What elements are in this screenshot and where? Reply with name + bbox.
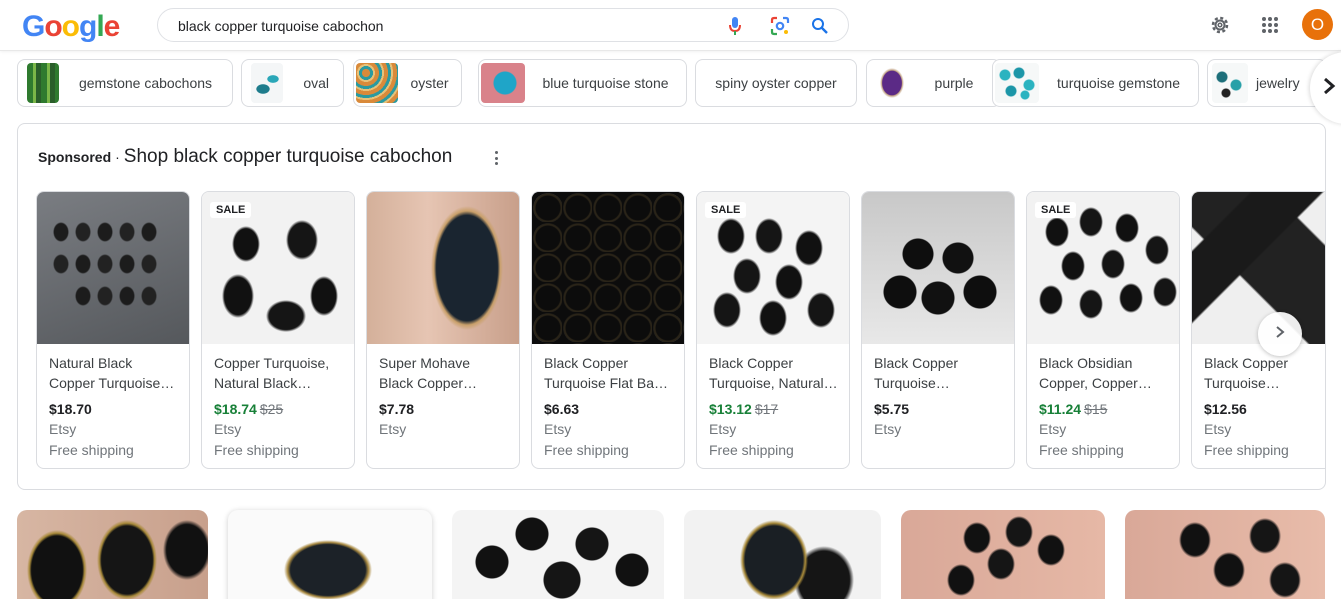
chip-label: turquoise gemstone	[1057, 75, 1180, 91]
product-store: Etsy	[379, 421, 407, 437]
product-price: $18.74 $25	[214, 401, 284, 417]
product-title: Natural Black Copper Turquoise…	[49, 355, 175, 391]
product-shipping: Free shipping	[214, 442, 299, 458]
avatar[interactable]: O	[1302, 9, 1333, 40]
separator: ·	[115, 149, 120, 165]
sale-badge: SALE	[210, 202, 252, 218]
product-shipping: Free shipping	[544, 442, 629, 458]
product-image	[532, 192, 684, 344]
product-image	[367, 192, 519, 344]
more-options-icon[interactable]	[490, 149, 502, 167]
chip-thumbnail	[356, 63, 398, 103]
product-title: Super Mohave Black Copper…	[379, 355, 478, 391]
chip-label: blue turquoise stone	[542, 75, 669, 91]
product-shipping: Free shipping	[49, 442, 134, 458]
google-logo[interactable]: Google	[22, 10, 120, 44]
sponsored-shopping-panel: Sponsored · Shop black copper turquoise …	[17, 123, 1326, 490]
chip-thumbnail	[481, 63, 525, 103]
product-store: Etsy	[49, 421, 77, 437]
chip-label: oyster	[410, 75, 449, 91]
image-result[interactable]	[1125, 510, 1325, 599]
product-price: $18.70	[49, 401, 92, 417]
product-title: Black Copper Turquoise…	[874, 355, 959, 391]
product-card[interactable]: Black Copper Turquoise… $5.75 Etsy	[861, 191, 1015, 469]
product-price: $7.78	[379, 401, 415, 417]
product-image	[37, 192, 189, 344]
product-title: Black Obsidian Copper, Copper…	[1039, 355, 1152, 391]
product-price: $6.63	[544, 401, 580, 417]
image-result[interactable]	[684, 510, 881, 599]
sponsored-header: Sponsored · Shop black copper turquoise …	[38, 146, 452, 168]
product-card[interactable]: Natural Black Copper Turquoise… $18.70 Et…	[36, 191, 190, 469]
chip-label: oval	[303, 75, 329, 91]
chevron-right-icon	[1275, 325, 1285, 344]
product-title: Black Copper Turquoise, Natural…	[709, 355, 838, 391]
image-result[interactable]	[17, 510, 208, 599]
chip-oyster[interactable]: oyster	[353, 59, 462, 107]
sponsored-title: Shop black copper turquoise cabochon	[123, 146, 453, 167]
product-store: Etsy	[1204, 421, 1232, 437]
product-store: Etsy	[709, 421, 737, 437]
sale-badge: SALE	[705, 202, 747, 218]
image-result[interactable]	[901, 510, 1105, 599]
product-title: Copper Turquoise, Natural Black…	[214, 355, 330, 391]
chip-jewelry[interactable]: jewelry	[1207, 59, 1327, 107]
product-store: Etsy	[874, 421, 902, 437]
filter-chips-row: gemstone cabochons oval oyster blue turq…	[17, 59, 1341, 107]
chip-purple[interactable]: purple	[866, 59, 1001, 107]
search-input[interactable]	[178, 15, 718, 37]
chip-thumbnail	[876, 63, 908, 103]
product-card[interactable]: SALE Black Copper Turquoise, Natural… $13…	[696, 191, 850, 469]
product-shipping: Free shipping	[1204, 442, 1289, 458]
product-store: Etsy	[214, 421, 242, 437]
product-card[interactable]: Super Mohave Black Copper… $7.78 Etsy	[366, 191, 520, 469]
search-icon[interactable]	[809, 15, 831, 37]
product-card[interactable]: SALE Black Obsidian Copper, Copper… $11.2…	[1026, 191, 1180, 469]
chip-thumbnail	[251, 63, 283, 103]
product-shipping: Free shipping	[709, 442, 794, 458]
product-price: $5.75	[874, 401, 910, 417]
product-title: Black Copper Turquoise…	[1204, 355, 1289, 391]
sale-badge: SALE	[1035, 202, 1077, 218]
original-price: $17	[754, 401, 779, 417]
chip-thumbnail	[1212, 63, 1248, 103]
chip-spiny-oyster-copper[interactable]: spiny oyster copper	[695, 59, 857, 107]
chip-gemstone-cabochons[interactable]: gemstone cabochons	[17, 59, 233, 107]
chip-turquoise-gemstone[interactable]: turquoise gemstone	[992, 59, 1199, 107]
product-store: Etsy	[1039, 421, 1067, 437]
product-price: $11.24 $15	[1039, 401, 1108, 417]
product-store: Etsy	[544, 421, 572, 437]
product-card[interactable]: Black Copper Turquoise Flat Ba… $6.63 Ets…	[531, 191, 685, 469]
voice-search-icon[interactable]	[724, 15, 746, 37]
product-title: Black Copper Turquoise Flat Ba…	[544, 355, 668, 391]
chip-oval[interactable]: oval	[241, 59, 344, 107]
gear-icon[interactable]	[1205, 10, 1235, 40]
chip-label: gemstone cabochons	[78, 75, 213, 91]
product-price: $12.56	[1204, 401, 1247, 417]
search-box	[157, 8, 849, 42]
carousel-next-button[interactable]	[1258, 312, 1302, 356]
product-image	[862, 192, 1014, 344]
product-price: $13.12 $17	[709, 401, 779, 417]
chip-thumbnail	[995, 63, 1039, 103]
chevron-right-icon	[1322, 76, 1336, 101]
product-image	[1192, 192, 1325, 344]
product-card[interactable]: SALE Copper Turquoise, Natural Black… $18…	[201, 191, 355, 469]
image-result[interactable]	[452, 510, 664, 599]
chip-thumbnail	[27, 63, 59, 103]
top-header: Google O	[0, 0, 1341, 51]
image-result[interactable]	[228, 510, 432, 599]
chip-label: spiny oyster copper	[715, 75, 837, 91]
chip-blue-turquoise-stone[interactable]: blue turquoise stone	[478, 59, 687, 107]
product-shipping: Free shipping	[1039, 442, 1124, 458]
apps-grid-icon[interactable]	[1255, 10, 1285, 40]
chip-label: purple	[934, 75, 974, 91]
lens-icon[interactable]	[769, 15, 791, 37]
original-price: $25	[259, 401, 284, 417]
sponsored-label: Sponsored	[38, 149, 112, 165]
original-price: $15	[1084, 401, 1108, 417]
